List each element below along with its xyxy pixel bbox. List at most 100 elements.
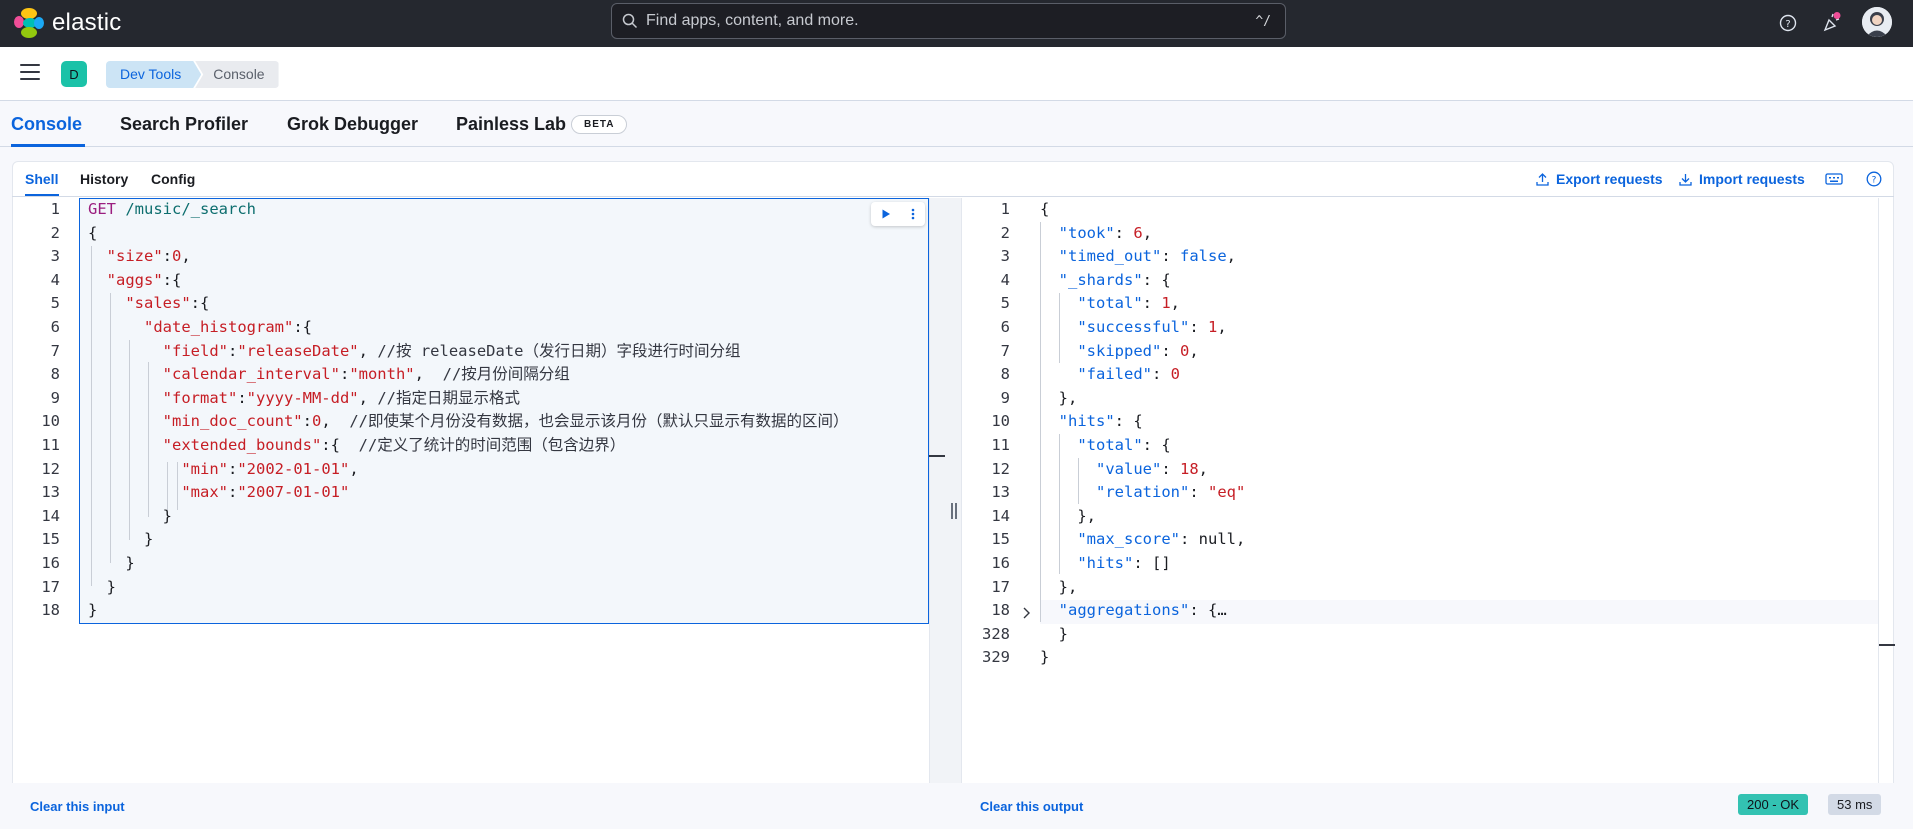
line-number: 8 xyxy=(50,365,60,384)
code-line: "aggs":{ xyxy=(106,270,182,289)
code-line: }, xyxy=(1077,506,1096,525)
line-number: 6 xyxy=(1000,317,1010,336)
top-header: elastic Find apps, content, and more. ^/… xyxy=(0,0,1913,47)
console-footer: Clear this input Clear this output 200 -… xyxy=(12,783,1894,829)
code-line: "relation": "eq" xyxy=(1096,483,1246,502)
clear-output-button[interactable]: Clear this output xyxy=(980,799,1083,814)
code-line: "aggregations": {… xyxy=(1058,601,1227,620)
tab-console[interactable]: Console xyxy=(11,114,82,135)
clear-input-button[interactable]: Clear this input xyxy=(30,799,125,814)
panel-resizer[interactable] xyxy=(929,198,962,783)
user-avatar[interactable] xyxy=(1862,7,1892,37)
code-comment: //即使某个月份没有数据，也会显示该月份（默认只显示有数据的区间） xyxy=(349,412,849,431)
code-line: "_shards": { xyxy=(1058,270,1171,289)
line-number: 17 xyxy=(41,577,60,596)
help-menu-icon[interactable]: ? xyxy=(1775,10,1801,36)
code-line: GET /music/_search xyxy=(88,198,849,222)
resize-handle-icon[interactable] xyxy=(951,503,957,519)
scroll-indicator xyxy=(929,455,945,457)
timed-out-value: false xyxy=(1180,247,1227,266)
line-number: 328 xyxy=(982,624,1010,643)
hits-relation-value: "eq" xyxy=(1208,483,1246,502)
request-editor[interactable]: 1 2 3 4 5 6 7 8 9 10 11 12 13 14 15 16 1… xyxy=(12,198,929,783)
code-line: "value": 18, xyxy=(1096,459,1209,478)
line-number: 4 xyxy=(1000,270,1010,289)
code-line: "date_histogram":{ xyxy=(144,317,312,336)
line-number: 2 xyxy=(1000,223,1010,242)
play-icon[interactable] xyxy=(880,208,892,220)
request-method: GET xyxy=(88,200,116,218)
code-line: "failed": 0 xyxy=(1077,365,1180,384)
hamburger-menu-icon[interactable] xyxy=(20,64,40,84)
line-number: 5 xyxy=(50,294,60,313)
line-number: 14 xyxy=(991,506,1010,525)
console-subtabs: Shell History Config Export requests Imp… xyxy=(12,161,1894,197)
elastic-logo[interactable]: elastic xyxy=(14,6,121,40)
code-line: "field":"releaseDate", //按 releaseDate（发… xyxy=(162,341,741,360)
import-requests-button[interactable]: Import requests xyxy=(1679,171,1805,187)
line-number: 7 xyxy=(1000,341,1010,360)
request-code: GET /music/_search { "size":0, "aggs":{ … xyxy=(88,198,849,623)
code-line: "min_doc_count":0, //即使某个月份没有数据，也会显示该月份（… xyxy=(162,412,849,431)
interval-value: "month" xyxy=(349,365,415,384)
code-line: }, xyxy=(1058,388,1078,407)
code-line: "calendar_interval":"month", //按月份间隔分组 xyxy=(162,365,570,384)
news-feed-icon[interactable] xyxy=(1819,10,1845,36)
line-number: 6 xyxy=(50,317,60,336)
code-line: "timed_out": false, xyxy=(1058,247,1237,266)
line-number: 3 xyxy=(50,247,60,266)
subtab-history[interactable]: History xyxy=(80,171,128,187)
code-line: "took": 6, xyxy=(1058,223,1153,242)
line-number: 5 xyxy=(1000,294,1010,313)
code-line: } xyxy=(1058,624,1069,643)
code-line: "total": 1, xyxy=(1077,294,1181,313)
line-number: 16 xyxy=(991,553,1010,572)
line-number: 10 xyxy=(991,412,1010,431)
tab-painless-lab[interactable]: Painless Lab xyxy=(456,114,566,135)
keyboard-shortcuts-icon[interactable] xyxy=(1825,170,1843,188)
code-line: "hits": { xyxy=(1058,412,1143,431)
breadcrumb-console: Console xyxy=(195,61,279,88)
min-doc-count-value: 0 xyxy=(311,412,322,431)
subtab-shell[interactable]: Shell xyxy=(25,171,58,187)
code-line: "skipped": 0, xyxy=(1077,341,1199,360)
export-requests-button[interactable]: Export requests xyxy=(1536,171,1663,187)
breadcrumb-dev-tools[interactable]: Dev Tools xyxy=(106,61,201,88)
help-icon[interactable]: ? xyxy=(1865,170,1883,188)
response-scrollbar[interactable] xyxy=(1878,198,1879,783)
tab-search-profiler[interactable]: Search Profiler xyxy=(120,114,248,135)
tab-grok-debugger[interactable]: Grok Debugger xyxy=(287,114,418,135)
aggregations-collapsed[interactable]: {… xyxy=(1208,601,1227,619)
code-line: "sales":{ xyxy=(125,294,210,313)
code-line: } xyxy=(88,601,98,620)
code-line: } xyxy=(106,577,117,596)
dev-tools-tabs: Console Search Profiler Grok Debugger Pa… xyxy=(0,101,1913,147)
svg-text:?: ? xyxy=(1872,176,1877,186)
svg-text:?: ? xyxy=(1785,19,1790,30)
line-number: 8 xyxy=(1000,365,1010,384)
field-value: "releaseDate" xyxy=(237,341,359,360)
shards-total-value: 1 xyxy=(1161,294,1171,313)
response-line-numbers: 1 2 3 4 5 6 7 8 9 10 11 12 13 14 15 16 1… xyxy=(962,198,1010,670)
code-line: { xyxy=(1040,200,1050,218)
shards-failed-value: 0 xyxy=(1170,365,1180,384)
response-viewer[interactable]: 1 2 3 4 5 6 7 8 9 10 11 12 13 14 15 16 1… xyxy=(962,198,1878,783)
code-comment: //指定日期显示格式 xyxy=(377,388,520,407)
breadcrumb-bar: D Dev Tools Console xyxy=(0,47,1913,101)
format-value: "yyyy-MM-dd" xyxy=(246,388,359,407)
max-value: "2007-01-01" xyxy=(237,483,350,502)
fold-chevron-icon[interactable] xyxy=(1022,606,1032,620)
scroll-indicator xyxy=(1879,644,1895,646)
global-search-input[interactable]: Find apps, content, and more. ^/ xyxy=(611,3,1286,39)
space-avatar[interactable]: D xyxy=(61,61,87,87)
more-options-icon[interactable] xyxy=(910,207,916,221)
code-line: "extended_bounds":{ //定义了统计的时间范围（包含边界） xyxy=(162,435,626,454)
search-shortcut: ^/ xyxy=(1255,13,1271,29)
line-number: 1 xyxy=(50,200,60,218)
export-icon xyxy=(1536,172,1549,186)
elastic-logo-icon xyxy=(14,8,44,38)
code-line: "size":0, xyxy=(106,247,191,266)
import-icon xyxy=(1679,173,1692,186)
subtab-config[interactable]: Config xyxy=(151,171,195,187)
size-value: 0 xyxy=(172,247,182,266)
